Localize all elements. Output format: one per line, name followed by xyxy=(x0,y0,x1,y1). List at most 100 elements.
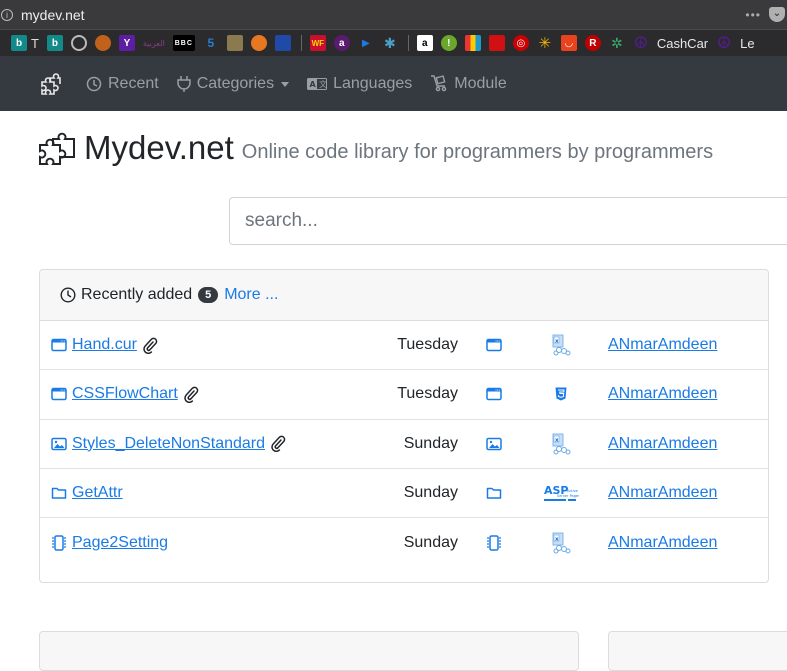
vb-icon[interactable]: x xyxy=(541,433,581,455)
author-link[interactable]: ANmarAmdeen xyxy=(608,336,717,354)
nav-module-label: Module xyxy=(454,74,507,92)
item-link[interactable]: CSSFlowChart xyxy=(51,385,199,403)
bookmark-play-icon[interactable]: ▶ xyxy=(358,35,374,51)
bookmarks-separator xyxy=(407,35,409,51)
bookmark-label-cashcar[interactable]: CashCar xyxy=(657,36,708,51)
site-info-icon[interactable]: i xyxy=(1,8,13,21)
page-actions-menu-button[interactable]: ••• xyxy=(745,8,761,22)
item-link[interactable]: GetAttr xyxy=(51,484,123,502)
bookmark-peace-icon[interactable]: ☮ xyxy=(633,35,649,52)
vb-icon[interactable]: x xyxy=(541,334,581,356)
bookmark-label-partial[interactable]: Le xyxy=(740,36,754,51)
bookmark-palm-icon[interactable]: ✲ xyxy=(609,35,625,51)
nav-languages-label: Languages xyxy=(333,74,413,92)
item-link[interactable]: Styles_DeleteNonStandard xyxy=(51,435,286,453)
image-icon[interactable] xyxy=(486,437,502,451)
bookmarks-separator xyxy=(300,35,302,51)
bookmark-target-icon[interactable]: ◎ xyxy=(512,35,529,51)
bookmark-a-logo-icon[interactable]: a xyxy=(333,35,350,51)
bookmark-sun-icon[interactable] xyxy=(250,35,267,51)
item-link[interactable]: Hand.cur xyxy=(51,336,158,354)
author-link[interactable]: ANmarAmdeen xyxy=(608,534,717,552)
bookmark-walmart-icon[interactable]: ✳ xyxy=(537,35,553,52)
bookmark-exclaim-icon[interactable]: ! xyxy=(440,35,457,51)
pocket-icon[interactable]: ⌄ xyxy=(769,7,785,22)
attachment-icon xyxy=(142,337,158,354)
bookmark-wells-fargo-icon[interactable]: WF xyxy=(309,35,326,51)
author-link[interactable]: ANmarAmdeen xyxy=(608,484,717,502)
folder-icon xyxy=(51,486,67,500)
recent-row: GetAttr Sunday ASP Active Server Pages ANm… xyxy=(40,469,768,519)
window-icon xyxy=(51,387,67,401)
url-text[interactable]: mydev.net xyxy=(21,7,85,23)
bookmark-shopping-bag-icon[interactable] xyxy=(464,35,481,51)
clock-icon xyxy=(86,76,102,91)
asp-icon[interactable]: ASP Active Server Pages xyxy=(541,483,581,503)
bookmark-snowflake-icon[interactable]: ✱ xyxy=(382,35,398,51)
bookmark-alarabiya-icon[interactable]: العربية xyxy=(143,35,165,51)
recently-added-title: Recently added xyxy=(81,286,193,303)
html5-icon[interactable] xyxy=(541,387,581,401)
author-link[interactable]: ANmarAmdeen xyxy=(608,385,717,403)
bookmark-swirl-icon[interactable] xyxy=(94,35,111,51)
item-day: Tuesday xyxy=(397,385,458,403)
window-icon[interactable] xyxy=(486,387,502,401)
bookmark-aliexpress-icon[interactable]: ◡ xyxy=(560,35,577,51)
svg-text:文: 文 xyxy=(319,79,327,89)
bookmark-t-text-icon[interactable]: T xyxy=(31,35,39,51)
item-day: Tuesday xyxy=(397,336,458,354)
nav-categories[interactable]: Categories xyxy=(176,74,290,93)
bookmark-nbc5-icon[interactable]: 5 xyxy=(203,35,219,51)
svg-text:x: x xyxy=(555,437,559,443)
attachment-icon xyxy=(183,386,199,403)
recently-added-header: Recently added 5 More ... xyxy=(40,270,768,321)
bookmark-bing-icon[interactable]: b xyxy=(11,35,27,51)
chevron-down-icon xyxy=(281,82,290,87)
item-day: Sunday xyxy=(403,533,458,551)
author-link[interactable]: ANmarAmdeen xyxy=(608,435,717,453)
nav-categories-label: Categories xyxy=(196,74,275,92)
bookmark-stone-icon[interactable] xyxy=(226,35,243,51)
image-icon xyxy=(51,437,67,451)
bookmark-globe-icon[interactable] xyxy=(70,35,87,51)
svg-text:x: x xyxy=(555,339,559,345)
more-link[interactable]: More ... xyxy=(224,286,278,304)
puzzle-logo-icon xyxy=(39,132,75,165)
bookmark-rakuten-icon[interactable]: R xyxy=(584,35,601,51)
recent-row: Page2Setting Sunday x ANmarAmdeen xyxy=(40,518,768,567)
item-name: Page2Setting xyxy=(72,533,169,551)
window-icon xyxy=(51,338,67,352)
bookmark-bbc-icon[interactable]: BBC xyxy=(172,35,195,51)
attachment-icon xyxy=(270,435,286,453)
puzzle-logo-icon[interactable] xyxy=(38,71,64,97)
site-title: Mydev.net xyxy=(84,129,234,166)
nav-languages[interactable]: A文 Languages xyxy=(307,75,412,93)
nav-module[interactable]: Module xyxy=(430,74,507,93)
bookmark-bing-icon[interactable]: b xyxy=(46,35,63,51)
svg-text:A: A xyxy=(310,80,317,89)
item-day: Sunday xyxy=(403,484,458,502)
language-icon: A文 xyxy=(307,77,328,90)
folder-icon[interactable] xyxy=(486,486,502,500)
nav-recent[interactable]: Recent xyxy=(86,75,159,93)
recent-list: Hand.cur Tuesday x ANmarAmdeen CSSFlowCh… xyxy=(40,321,768,567)
chip-icon xyxy=(51,535,67,551)
bookmark-weather-channel-icon[interactable] xyxy=(274,35,291,51)
item-name: Styles_DeleteNonStandard xyxy=(72,434,266,452)
site-navbar: Recent Categories A文 Languages Module xyxy=(0,56,787,111)
item-link[interactable]: Page2Setting xyxy=(51,534,168,552)
window-icon[interactable] xyxy=(486,338,502,352)
bookmark-peace-icon[interactable]: ☮ xyxy=(716,35,732,52)
vb-icon[interactable]: x xyxy=(541,532,581,554)
bookmark-yahoo-icon[interactable]: Y xyxy=(118,35,135,51)
tertiary-card xyxy=(608,631,787,671)
search-input[interactable] xyxy=(229,197,787,245)
bookmarks-toolbar: b Tb Y العربية BBC 5 WF a ▶ ✱ a! ◎ ✳ ◡ R ✲ ☮ CashCar ☮ Le xyxy=(0,30,787,56)
chip-icon[interactable] xyxy=(486,535,502,551)
browser-url-bar[interactable]: i mydev.net ••• ⌄ xyxy=(0,0,787,30)
bookmark-amazon-icon[interactable]: a xyxy=(416,35,433,51)
clock-icon xyxy=(60,287,76,303)
secondary-card xyxy=(39,631,579,671)
item-name: CSSFlowChart xyxy=(72,385,178,403)
bookmark-lego-icon[interactable] xyxy=(488,35,505,51)
